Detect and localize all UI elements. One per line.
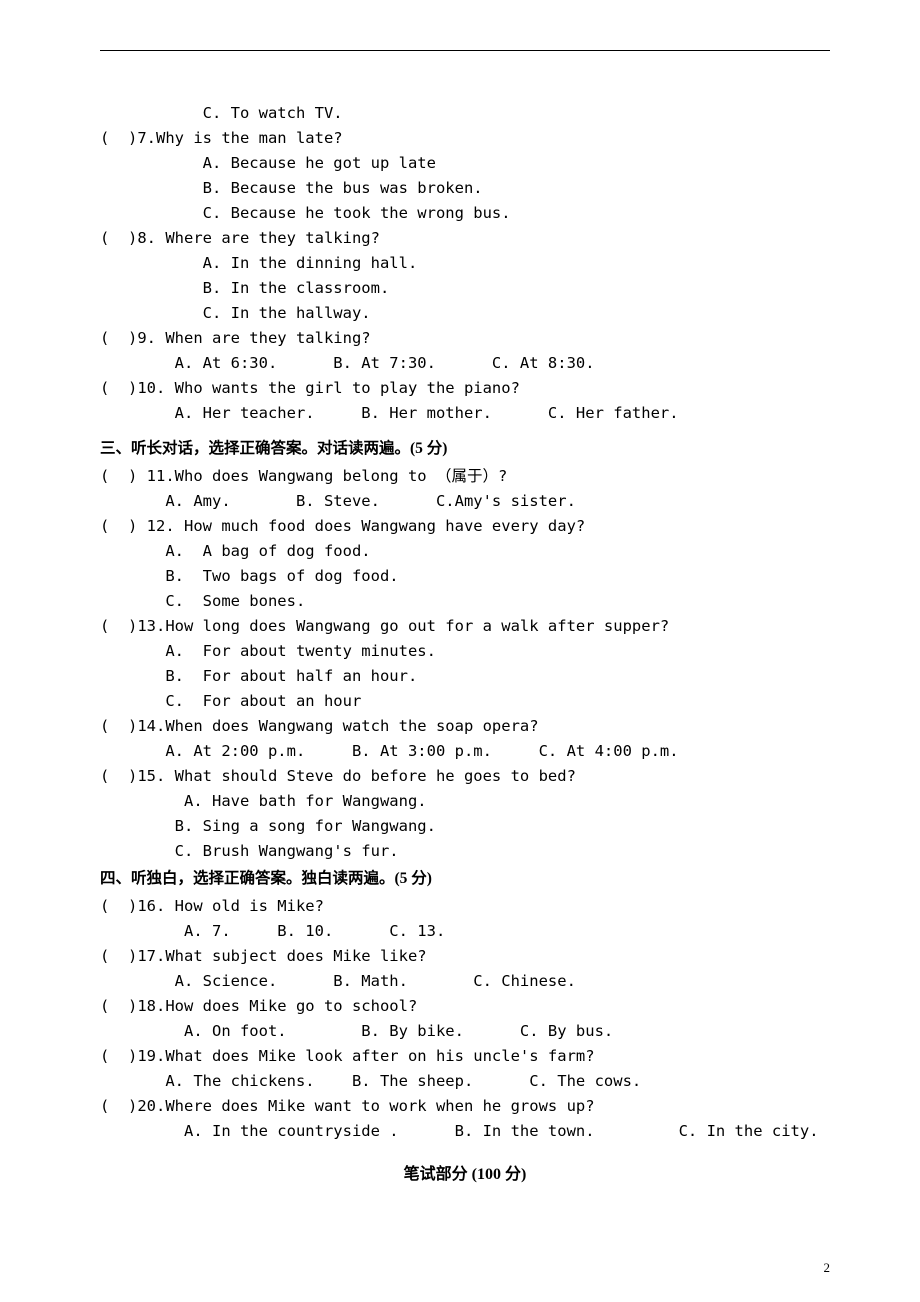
q8-option-c: C. In the hallway. <box>100 301 830 326</box>
q12-option-c: C. Some bones. <box>100 589 830 614</box>
q15-option-a: A. Have bath for Wangwang. <box>100 789 830 814</box>
q12-stem: ( ) 12. How much food does Wangwang have… <box>100 514 830 539</box>
q11-stem: ( ) 11.Who does Wangwang belong to （属于）? <box>100 464 830 489</box>
q12-option-b: B. Two bags of dog food. <box>100 564 830 589</box>
q13-stem: ( )13.How long does Wangwang go out for … <box>100 614 830 639</box>
q6-option-c: C. To watch TV. <box>100 101 830 126</box>
q13-option-c: C. For about an hour <box>100 689 830 714</box>
q15-option-c: C. Brush Wangwang's fur. <box>100 839 830 864</box>
q7-option-a: A. Because he got up late <box>100 151 830 176</box>
q16-stem: ( )16. How old is Mike? <box>100 894 830 919</box>
q7-option-b: B. Because the bus was broken. <box>100 176 830 201</box>
q17-stem: ( )17.What subject does Mike like? <box>100 944 830 969</box>
q12-option-a: A. A bag of dog food. <box>100 539 830 564</box>
q14-stem: ( )14.When does Wangwang watch the soap … <box>100 714 830 739</box>
q9-options: A. At 6:30. B. At 7:30. C. At 8:30. <box>100 351 830 376</box>
section-3-title: 三、听长对话，选择正确答案。对话读两遍。(5 分) <box>100 434 830 464</box>
page-number: 2 <box>824 1260 831 1276</box>
section-4-title: 四、听独白，选择正确答案。独白读两遍。(5 分) <box>100 864 830 894</box>
q7-stem: ( )7.Why is the man late? <box>100 126 830 151</box>
q19-stem: ( )19.What does Mike look after on his u… <box>100 1044 830 1069</box>
q20-options: A. In the countryside . B. In the town. … <box>100 1119 830 1144</box>
q15-option-b: B. Sing a song for Wangwang. <box>100 814 830 839</box>
q16-options: A. 7. B. 10. C. 13. <box>100 919 830 944</box>
q13-option-a: A. For about twenty minutes. <box>100 639 830 664</box>
q17-options: A. Science. B. Math. C. Chinese. <box>100 969 830 994</box>
written-section-title: 笔试部分 (100 分) <box>100 1160 830 1184</box>
q9-stem: ( )9. When are they talking? <box>100 326 830 351</box>
q15-stem: ( )15. What should Steve do before he go… <box>100 764 830 789</box>
q14-options: A. At 2:00 p.m. B. At 3:00 p.m. C. At 4:… <box>100 739 830 764</box>
q19-options: A. The chickens. B. The sheep. C. The co… <box>100 1069 830 1094</box>
q10-options: A. Her teacher. B. Her mother. C. Her fa… <box>100 401 830 426</box>
q8-option-a: A. In the dinning hall. <box>100 251 830 276</box>
q18-stem: ( )18.How does Mike go to school? <box>100 994 830 1019</box>
q7-option-c: C. Because he took the wrong bus. <box>100 201 830 226</box>
q20-stem: ( )20.Where does Mike want to work when … <box>100 1094 830 1119</box>
q8-stem: ( )8. Where are they talking? <box>100 226 830 251</box>
q11-options: A. Amy. B. Steve. C.Amy's sister. <box>100 489 830 514</box>
q8-option-b: B. In the classroom. <box>100 276 830 301</box>
q10-stem: ( )10. Who wants the girl to play the pi… <box>100 376 830 401</box>
q18-options: A. On foot. B. By bike. C. By bus. <box>100 1019 830 1044</box>
q13-option-b: B. For about half an hour. <box>100 664 830 689</box>
exam-page: C. To watch TV. ( )7.Why is the man late… <box>0 0 920 1302</box>
top-rule <box>100 50 830 51</box>
